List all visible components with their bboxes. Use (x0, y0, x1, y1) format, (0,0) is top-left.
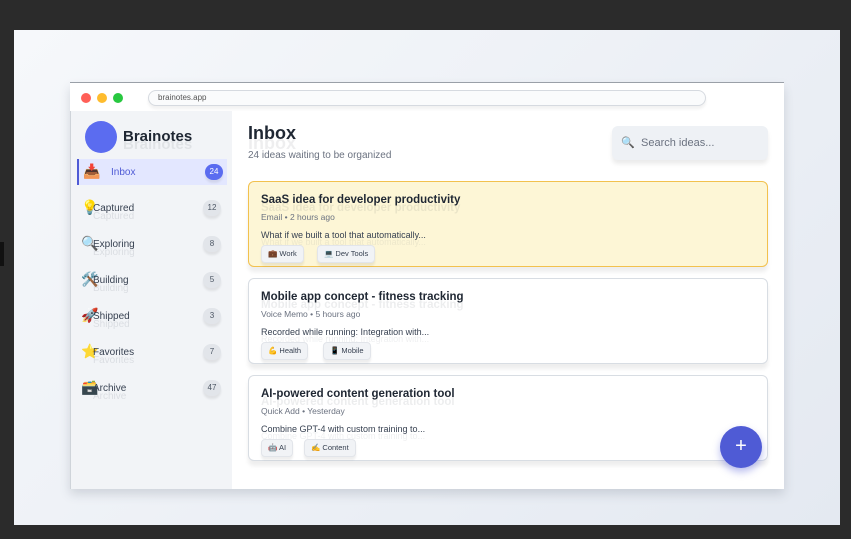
sidebar-item-building[interactable]: 🛠️ Building Building 5 (77, 267, 227, 294)
tag-chip[interactable]: 💪 Health (261, 342, 309, 360)
main-content: Inbox Inbox 24 ideas waiting to be organ… (232, 111, 784, 489)
close-window-button[interactable] (81, 93, 91, 103)
left-edge-marker (0, 242, 4, 266)
minimize-window-button[interactable] (97, 93, 107, 103)
sidebar-item-label-reflection: Favorites (93, 355, 135, 366)
sidebar: Brainotes Brainotes 📥 Inbox 24 💡 Capture… (70, 111, 232, 489)
sidebar-item-captured[interactable]: 💡 Captured Captured 12 (77, 195, 227, 222)
search-box[interactable]: 🔍 Search ideas... (612, 126, 768, 160)
idea-card[interactable]: Mobile app concept - fitness tracking Mo… (248, 278, 768, 364)
search-input[interactable]: Search ideas... (641, 137, 714, 149)
idea-card[interactable]: AI-powered content generation tool AI-po… (248, 375, 768, 461)
count-badge: 8 (203, 236, 221, 252)
count-badge: 12 (203, 200, 221, 216)
sidebar-item-shipped[interactable]: 🚀 Shipped Shipped 3 (77, 303, 227, 330)
maximize-window-button[interactable] (113, 93, 123, 103)
tag-chip[interactable]: 💻 Dev Tools (317, 245, 376, 263)
count-badge: 7 (203, 344, 221, 360)
count-badge: 3 (203, 308, 221, 324)
url-bar[interactable]: brainotes.app (148, 90, 706, 106)
sidebar-item-inbox[interactable]: 📥 Inbox 24 (77, 159, 227, 185)
sidebar-item-favorites[interactable]: ⭐ Favorites Favorites 7 (77, 339, 227, 366)
sidebar-item-label-reflection: Building (93, 283, 129, 294)
idea-meta: Quick Add • Yesterday (261, 406, 345, 416)
count-badge: 24 (205, 164, 223, 180)
browser-titlebar: brainotes.app (70, 83, 784, 111)
tag-chip[interactable]: 💼 Work (261, 245, 304, 263)
sidebar-item-label: Inbox (111, 167, 136, 178)
brand-logo (85, 121, 117, 153)
sidebar-item-exploring[interactable]: 🔍 Exploring Exploring 8 (77, 231, 227, 258)
brand-name-reflection: Brainotes (123, 136, 193, 153)
sidebar-item-label-reflection: Exploring (93, 247, 135, 258)
search-icon: 🔍 (621, 137, 635, 149)
add-idea-button[interactable]: + (720, 426, 762, 468)
idea-card[interactable]: SaaS idea for developer productivity Saa… (248, 181, 768, 267)
tag-chip[interactable]: ✍️ Content (304, 439, 356, 457)
idea-meta: Email • 2 hours ago (261, 212, 335, 222)
inbox-tray-icon: 📥 (83, 163, 101, 179)
count-badge: 5 (203, 272, 221, 288)
sidebar-item-label-reflection: Archive (93, 391, 127, 402)
sidebar-item-label-reflection: Captured (93, 211, 135, 222)
tag-chip[interactable]: 🤖 AI (261, 439, 294, 457)
sidebar-item-label-reflection: Shipped (93, 319, 130, 330)
page-subtitle: 24 ideas waiting to be organized (248, 150, 392, 161)
sidebar-item-archive[interactable]: 🗃️ Archive Archive 47 (77, 375, 227, 402)
app-window: brainotes.app Brainotes Brainotes 📥 Inbo… (70, 82, 784, 489)
count-badge: 47 (203, 380, 221, 396)
tag-chip[interactable]: 📱 Mobile (323, 342, 371, 360)
idea-meta: Voice Memo • 5 hours ago (261, 309, 361, 319)
